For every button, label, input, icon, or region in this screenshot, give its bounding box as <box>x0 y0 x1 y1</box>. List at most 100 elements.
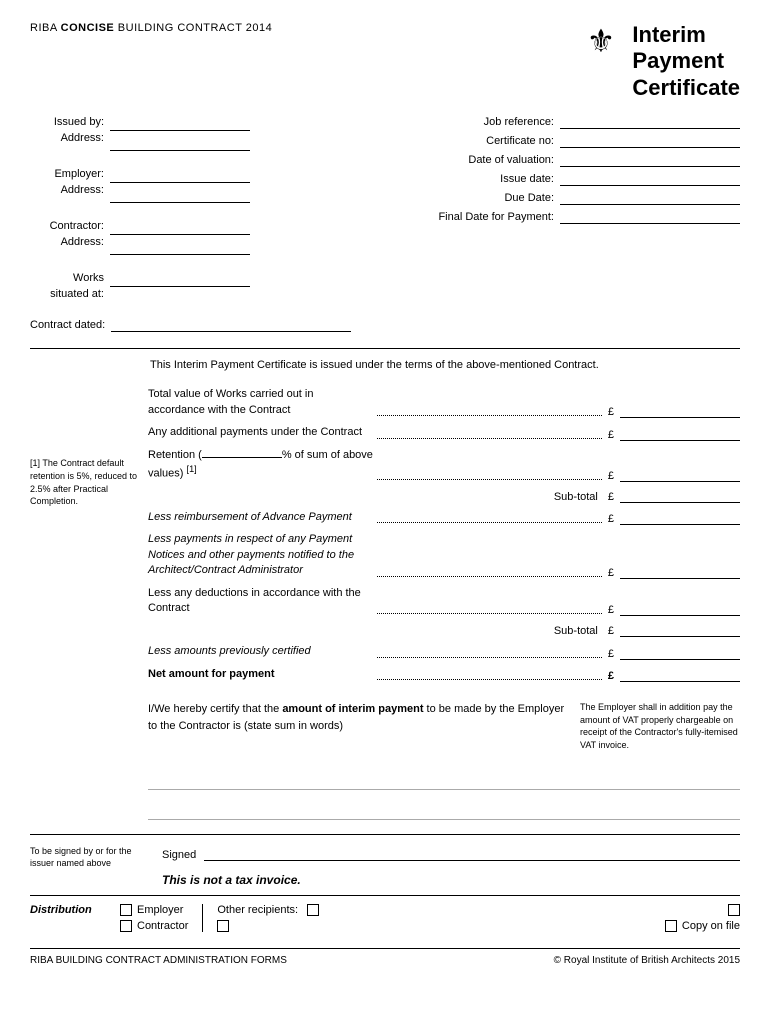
certificate-no-row: Certificate no: <box>250 134 740 148</box>
other-checkbox-1[interactable] <box>307 904 319 916</box>
distribution-section: Distribution Employer Contractor Other r… <box>30 895 740 932</box>
advance-payment-desc: Less reimbursement of Advance Payment <box>148 510 373 525</box>
dots-2 <box>377 438 602 439</box>
subtotal1-amount[interactable] <box>620 489 740 503</box>
advance-payment-amount[interactable] <box>620 511 740 525</box>
issue-date-row: Issue date: <box>250 172 740 186</box>
payment-notices-pound: £ <box>606 567 616 579</box>
signed-row: Signed <box>162 845 740 861</box>
final-date-row: Final Date for Payment: <box>250 210 740 224</box>
cert-text-bold: amount of interim payment <box>282 703 423 715</box>
contractor-row: Contractor: Address: <box>30 219 250 255</box>
footer-left: RIBA BUILDING CONTRACT ADMINISTRATION FO… <box>30 955 287 966</box>
other-recipients-label: Other recipients: <box>217 904 298 916</box>
works-situated-value[interactable] <box>110 273 250 287</box>
subtotal2-row: Sub-total £ <box>148 623 740 637</box>
dist-extra-col: Copy on file <box>665 904 740 932</box>
works-situated-row: Works situated at: <box>30 271 250 302</box>
header-title: RIBA CONCISE BUILDING CONTRACT 2014 <box>30 22 272 34</box>
net-amount-value[interactable] <box>620 668 740 682</box>
sign-section: To be signed by or for the issuer named … <box>30 834 740 887</box>
document-title: Interim Payment Certificate <box>632 22 740 101</box>
subtotal2-amount[interactable] <box>620 623 740 637</box>
issue-date-value[interactable] <box>560 172 740 186</box>
contractor-label: Contractor: <box>30 219 104 234</box>
section-divider-1 <box>30 348 740 349</box>
works-label: Works <box>30 271 104 286</box>
additional-payments-pound: £ <box>606 429 616 441</box>
date-of-valuation-value[interactable] <box>560 153 740 167</box>
contractor-address-value[interactable] <box>110 241 250 255</box>
total-value-amount[interactable] <box>620 404 740 418</box>
certificate-no-value[interactable] <box>560 134 740 148</box>
cert-text-start: I/We hereby certify that the <box>148 703 282 715</box>
copy-on-file-row: Copy on file <box>665 920 740 932</box>
address-label-1: Address: <box>30 131 104 146</box>
contract-dated-value[interactable] <box>111 318 351 332</box>
retention-desc: Retention (% of sum of above values) [1] <box>148 448 373 482</box>
previously-certified-pound: £ <box>606 648 616 660</box>
cert-row: I/We hereby certify that the amount of i… <box>148 701 740 751</box>
net-amount-row: Net amount for payment £ <box>148 667 740 682</box>
due-date-value[interactable] <box>560 191 740 205</box>
deductions-pound: £ <box>606 604 616 616</box>
footnote-column: [1] The Contract default retention is 5%… <box>30 387 148 689</box>
dots-8 <box>377 679 602 680</box>
additional-payments-amount[interactable] <box>620 427 740 441</box>
header: RIBA CONCISE BUILDING CONTRACT 2014 ⚜ In… <box>30 22 740 101</box>
previously-certified-amount[interactable] <box>620 646 740 660</box>
certificate-no-label: Certificate no: <box>486 135 560 147</box>
payment-notices-amount[interactable] <box>620 565 740 579</box>
dots-7 <box>377 657 602 658</box>
issue-date-label: Issue date: <box>500 173 560 185</box>
contract-dated-label: Contract dated: <box>30 319 111 331</box>
payment-notices-row: Less payments in respect of any Payment … <box>148 532 740 578</box>
payment-notices-desc: Less payments in respect of any Payment … <box>148 532 373 578</box>
contract-dated-row: Contract dated: <box>30 318 740 332</box>
issued-by-value[interactable] <box>110 117 250 131</box>
job-reference-value[interactable] <box>560 115 740 129</box>
issued-by-address-value[interactable] <box>110 137 250 151</box>
retention-footnote-ref: [1] <box>187 464 197 474</box>
date-of-valuation-row: Date of valuation: <box>250 153 740 167</box>
calculation-section: [1] The Contract default retention is 5%… <box>30 387 740 689</box>
other-checkbox-2[interactable] <box>217 920 229 932</box>
cert-text: I/We hereby certify that the amount of i… <box>148 701 566 734</box>
previously-certified-desc: Less amounts previously certified <box>148 644 373 659</box>
dist-separator <box>202 904 203 932</box>
retention-amount[interactable] <box>620 468 740 482</box>
employer-address-value[interactable] <box>110 189 250 203</box>
svg-text:⚜: ⚜ <box>587 23 616 59</box>
retention-percent-field[interactable] <box>202 457 282 458</box>
copy-on-file-checkbox[interactable] <box>665 920 677 932</box>
header-right: ⚜ Interim Payment Certificate <box>580 22 740 101</box>
dots-4 <box>377 522 602 523</box>
cert-sum-words-line2[interactable] <box>148 796 740 820</box>
signature-line[interactable] <box>204 845 740 861</box>
additional-payments-desc: Any additional payments under the Contra… <box>148 425 373 440</box>
distribution-content: Employer Contractor Other recipients: <box>120 904 740 932</box>
subtotal2-pound: £ <box>606 625 616 637</box>
net-amount-pound: £ <box>606 670 616 682</box>
dots-3 <box>377 479 602 480</box>
final-date-value[interactable] <box>560 210 740 224</box>
other-recipients-row: Other recipients: <box>217 904 319 916</box>
retention-pound: £ <box>606 470 616 482</box>
employer-value[interactable] <box>110 169 250 183</box>
vat-note: The Employer shall in addition pay the a… <box>580 701 740 751</box>
total-value-pound: £ <box>606 406 616 418</box>
employer-checkbox[interactable] <box>120 904 132 916</box>
date-of-valuation-label: Date of valuation: <box>468 154 560 166</box>
due-date-label: Due Date: <box>504 192 560 204</box>
subtotal1-pound: £ <box>606 491 616 503</box>
contractor-checkbox[interactable] <box>120 920 132 932</box>
contractor-dist-label: Contractor <box>137 920 188 932</box>
contractor-value[interactable] <box>110 221 250 235</box>
cert-sum-words-line[interactable] <box>148 766 740 790</box>
dist-item-contractor: Contractor <box>120 920 188 932</box>
certification-section: I/We hereby certify that the amount of i… <box>148 701 740 819</box>
extra-box-row-1 <box>728 904 740 916</box>
deductions-amount[interactable] <box>620 602 740 616</box>
extra-checkbox-1[interactable] <box>728 904 740 916</box>
employer-address-label: Address: <box>30 183 104 198</box>
